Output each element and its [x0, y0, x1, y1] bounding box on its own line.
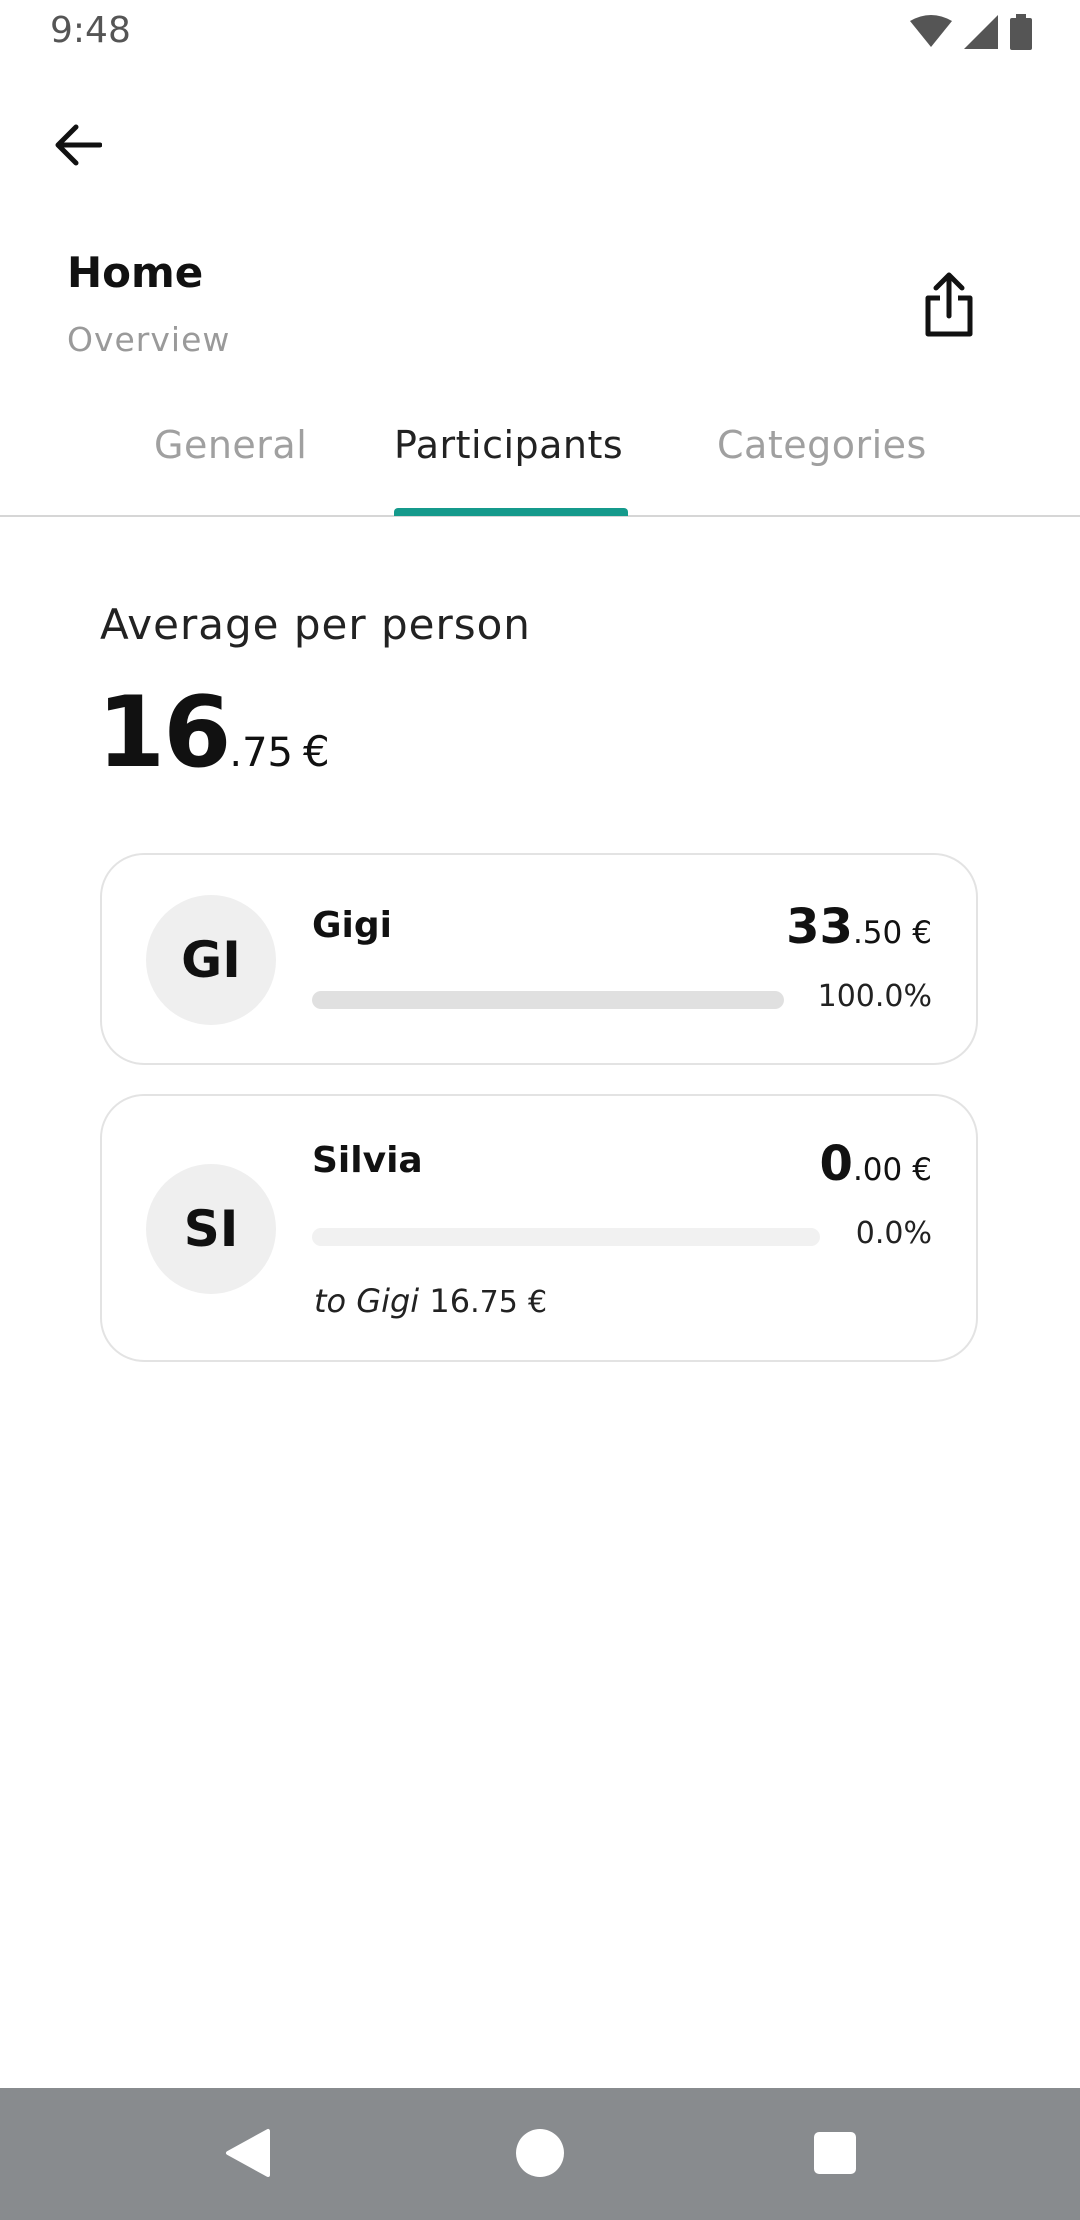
- page-title: Home: [67, 248, 204, 297]
- avatar: GI: [146, 895, 276, 1025]
- home-circle-icon: [515, 2128, 565, 2182]
- participant-currency: €: [912, 1152, 932, 1188]
- share-percentage: 0.0%: [855, 1216, 932, 1251]
- cellular-signal-icon: [964, 15, 998, 53]
- nav-recents-button[interactable]: [808, 2128, 862, 2182]
- status-bar: 9:48: [0, 0, 1080, 70]
- system-navigation-bar: [0, 2088, 1080, 2220]
- participant-currency: €: [912, 915, 932, 951]
- share-progress-bar: [312, 991, 784, 1009]
- settlement-recipient: to Gigi: [314, 1282, 420, 1320]
- participant-name: Silvia: [312, 1140, 423, 1181]
- participant-amount: 0.00 €: [820, 1136, 932, 1192]
- average-currency: €: [303, 727, 330, 776]
- participant-card[interactable]: SI Silvia 0.00 € 0.0% to Gigi 16.75 €: [100, 1094, 978, 1362]
- average-label: Average per person: [100, 600, 531, 649]
- participant-card[interactable]: GI Gigi 33.50 € 100.0%: [100, 853, 978, 1065]
- settlement-note: to Gigi 16.75 €: [314, 1282, 547, 1320]
- settlement-amount: 16.75 €: [429, 1282, 547, 1320]
- tab-participants[interactable]: Participants: [394, 423, 623, 467]
- status-time: 9:48: [50, 10, 131, 51]
- avatar: SI: [146, 1164, 276, 1294]
- participant-amount-decimal: .00: [852, 1152, 903, 1188]
- settlement-amount-integer: 16: [429, 1282, 471, 1320]
- arrow-left-icon: [52, 123, 103, 171]
- participant-amount-integer: 33: [786, 899, 853, 955]
- active-tab-indicator: [394, 508, 628, 516]
- settlement-currency: €: [527, 1285, 548, 1320]
- share-percentage: 100.0%: [817, 979, 932, 1014]
- average-amount: 16.75 €: [97, 676, 330, 790]
- back-button[interactable]: [40, 110, 114, 184]
- tab-bar: General Participants Categories: [0, 405, 1080, 517]
- tab-general[interactable]: General: [154, 423, 307, 467]
- status-icons: [910, 14, 1032, 54]
- average-amount-integer: 16: [97, 676, 231, 790]
- back-triangle-icon: [224, 2128, 270, 2182]
- average-amount-decimal: .75: [229, 730, 294, 776]
- page-subtitle: Overview: [67, 320, 231, 359]
- participant-amount-decimal: .50: [852, 915, 903, 951]
- recents-square-icon: [813, 2131, 857, 2179]
- settlement-amount-decimal: .75: [470, 1285, 518, 1320]
- participant-amount: 33.50 €: [786, 899, 932, 955]
- share-button[interactable]: [908, 262, 990, 352]
- share-progress-bar: [312, 1228, 820, 1246]
- share-progress-fill: [312, 991, 784, 1009]
- participant-amount-integer: 0: [819, 1136, 853, 1192]
- tab-categories[interactable]: Categories: [717, 423, 927, 467]
- participant-name: Gigi: [312, 905, 392, 946]
- nav-home-button[interactable]: [513, 2128, 567, 2182]
- battery-icon: [1010, 14, 1032, 54]
- nav-back-button[interactable]: [220, 2128, 274, 2182]
- wifi-icon: [910, 15, 952, 53]
- share-icon: [924, 272, 974, 342]
